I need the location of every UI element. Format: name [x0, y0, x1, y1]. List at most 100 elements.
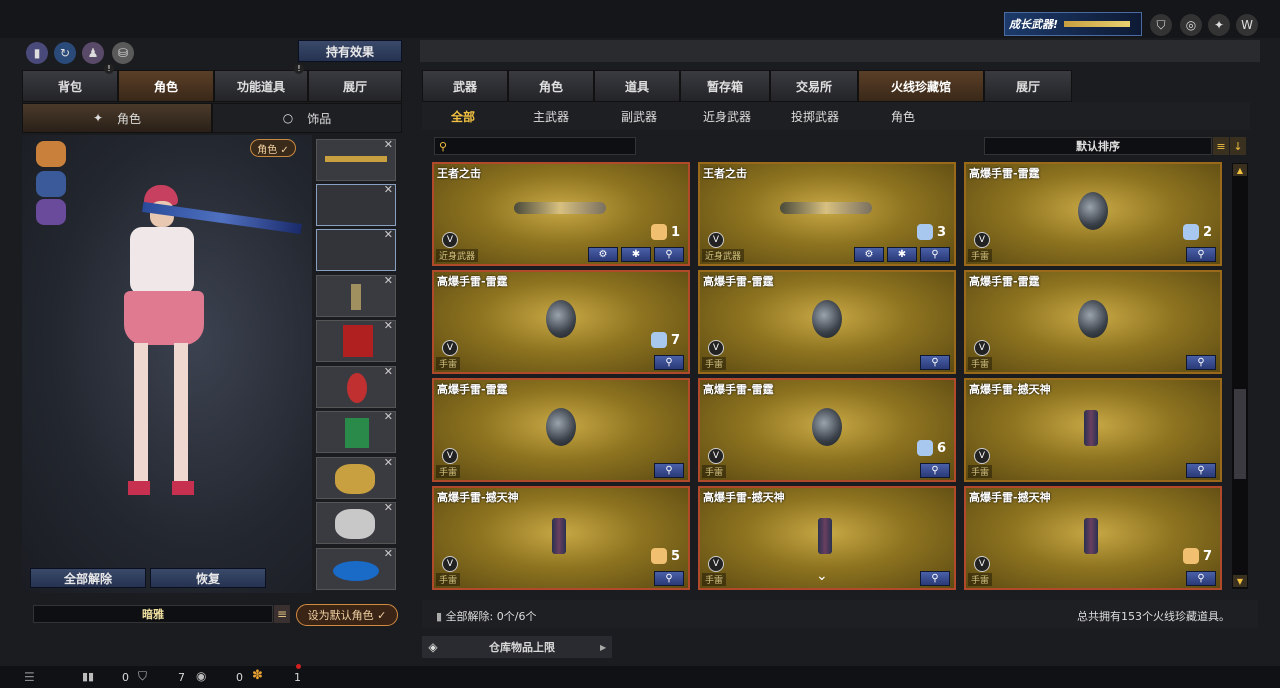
slot-remove-icon[interactable]: ✕ — [384, 410, 393, 423]
item-card[interactable]: 高爆手雷-雷霆 V 手雷 2 ⚲ — [964, 162, 1222, 266]
tab-storage[interactable]: 暂存箱 — [680, 70, 770, 102]
list-icon[interactable]: ☰ — [24, 670, 35, 684]
item-card[interactable]: 高爆手雷-雷霆 V 手雷 7 ⚲ — [432, 270, 690, 374]
scroll-more-chevron-icon[interactable]: ⌄ — [816, 568, 828, 584]
role-toggle-tag[interactable]: 角色 ✓ — [250, 139, 296, 157]
slot-grenade[interactable]: ✕ — [316, 274, 396, 317]
hold-effect-button[interactable]: 持有效果 — [298, 40, 402, 62]
item-card[interactable]: 高爆手雷-撼天神 V 手雷 5 ⚲ — [432, 486, 690, 590]
subtab-throwing[interactable]: 投掷武器 — [774, 101, 856, 131]
subtab-role[interactable]: 角色 — [862, 101, 944, 131]
subtab-character[interactable]: ✦ 角色 — [22, 103, 212, 133]
list-view-icon[interactable]: ≡ — [1213, 137, 1229, 155]
subtab-secondary[interactable]: 副武器 — [598, 101, 680, 131]
role-icon-2[interactable] — [36, 171, 66, 197]
slot-remove-icon[interactable]: ✕ — [384, 501, 393, 514]
bag-icon[interactable]: ⛁ — [112, 42, 134, 64]
search-icon[interactable]: ⚲ — [920, 571, 950, 586]
search-icon[interactable]: ⚲ — [654, 463, 684, 478]
tab-backpack[interactable]: 背包 — [22, 70, 118, 102]
search-icon[interactable]: ⚲ — [1186, 355, 1216, 370]
upgrade-icon[interactable]: ⚙ — [854, 247, 884, 262]
stats-icon[interactable]: ▮ — [26, 42, 48, 64]
gear-icon[interactable]: ✱ — [887, 247, 917, 262]
slot-remove-icon[interactable]: ✕ — [384, 228, 393, 241]
slot-item-10[interactable]: ✕ — [316, 547, 396, 590]
subtab-all[interactable]: 全部 — [430, 101, 496, 131]
upgrade-icon[interactable]: ⚙ — [588, 247, 618, 262]
growth-weapon-banner[interactable]: 成长武器! — [1004, 12, 1142, 36]
subtab-melee[interactable]: 近身武器 — [686, 101, 768, 131]
tab-exchange[interactable]: 交易所 — [770, 70, 858, 102]
tab-collection[interactable]: 火线珍藏馆 — [858, 70, 984, 102]
slot-item-5[interactable]: ✕ — [316, 319, 396, 362]
search-box[interactable]: ⚲ — [434, 137, 636, 155]
user-icon[interactable]: ♟ — [82, 42, 104, 64]
search-icon[interactable]: ⚲ — [654, 571, 684, 586]
slot-item-7[interactable]: ✕ — [316, 410, 396, 453]
item-card[interactable]: 高爆手雷-雷霆 V 手雷 ⚲ — [432, 378, 690, 482]
slot-remove-icon[interactable]: ✕ — [384, 319, 393, 332]
slot-primary[interactable]: ✕ — [316, 138, 396, 181]
item-card[interactable]: 高爆手雷-撼天神 V 手雷 7 ⚲ — [964, 486, 1222, 590]
slot-remove-icon[interactable]: ✕ — [384, 456, 393, 469]
slot-remove-icon[interactable]: ✕ — [384, 183, 393, 196]
search-icon[interactable]: ⚲ — [920, 247, 950, 262]
slot-item-6[interactable]: ✕ — [316, 365, 396, 408]
search-icon[interactable]: ⚲ — [1186, 247, 1216, 262]
unequip-all-button[interactable]: 全部解除 — [30, 568, 146, 588]
storage-limit-bar[interactable]: ◈ 仓库物品上限 ▶ — [422, 636, 612, 658]
character-name-field[interactable]: 暗雅 — [33, 605, 273, 623]
tab-showroom-left[interactable]: 展厅 — [308, 70, 402, 102]
slot-secondary[interactable]: ✕ — [316, 183, 396, 226]
item-card[interactable]: 高爆手雷-撼天神 V 手雷 ⚲ — [964, 378, 1222, 482]
scroll-down-arrow[interactable]: ▼ — [1233, 575, 1247, 587]
globe-icon[interactable]: ◎ — [1180, 14, 1202, 36]
tab-function-items[interactable]: 功能道具 — [214, 70, 308, 102]
item-card[interactable]: 王者之击 V 近身武器 3 ⚙ ✱ ⚲ — [698, 162, 956, 266]
tab-items[interactable]: 道具 — [594, 70, 680, 102]
slot-remove-icon[interactable]: ✕ — [384, 138, 393, 151]
item-card[interactable]: 高爆手雷-雷霆 V 手雷 ⚲ — [964, 270, 1222, 374]
tab-showroom[interactable]: 展厅 — [984, 70, 1072, 102]
refresh-icon[interactable]: ↻ — [54, 42, 76, 64]
role-icon-1[interactable] — [36, 141, 66, 167]
scroll-up-arrow[interactable]: ▲ — [1233, 164, 1247, 176]
scroll-thumb[interactable] — [1234, 389, 1246, 479]
shield-icon[interactable]: ⛉ — [1150, 14, 1172, 36]
search-icon[interactable]: ⚲ — [920, 463, 950, 478]
subtab-primary[interactable]: 主武器 — [510, 101, 592, 131]
gift-icon[interactable]: ✦ — [1208, 14, 1230, 36]
slot-remove-icon[interactable]: ✕ — [384, 365, 393, 378]
search-icon[interactable]: ⚲ — [1186, 571, 1216, 586]
search-input[interactable] — [451, 139, 622, 153]
character-viewport[interactable]: 角色 ✓ — [22, 135, 312, 593]
slot-item-9[interactable]: ✕ — [316, 501, 396, 544]
menu-icon[interactable]: ≡ — [274, 605, 290, 623]
search-icon[interactable]: ⚲ — [920, 355, 950, 370]
item-card[interactable]: 高爆手雷-雷霆 V 手雷 6 ⚲ — [698, 378, 956, 482]
subtab-accessory[interactable]: ○ 饰品 — [212, 103, 402, 133]
sort-order-icon[interactable]: ↓ — [1230, 137, 1246, 155]
gift-small-icon[interactable]: ✽ — [252, 668, 263, 683]
search-icon[interactable]: ⚲ — [654, 355, 684, 370]
scrollbar[interactable]: ▲ ▼ — [1232, 163, 1248, 589]
search-icon[interactable]: ⚲ — [1186, 463, 1216, 478]
gear-icon[interactable]: ✱ — [621, 247, 651, 262]
tab-character[interactable]: 角色 — [118, 70, 214, 102]
tab-characters[interactable]: 角色 — [508, 70, 594, 102]
slot-melee[interactable]: ✕ — [316, 228, 396, 271]
logo-icon[interactable]: W — [1236, 14, 1258, 36]
tab-weapons[interactable]: 武器 — [422, 70, 508, 102]
search-icon[interactable]: ⚲ — [654, 247, 684, 262]
slot-item-8[interactable]: ✕ — [316, 456, 396, 499]
restore-button[interactable]: 恢复 — [150, 568, 266, 588]
item-card[interactable]: 高爆手雷-雷霆 V 手雷 ⚲ — [698, 270, 956, 374]
sort-dropdown[interactable]: 默认排序 — [984, 137, 1212, 155]
item-card[interactable]: 王者之击 V 近身武器 1 ⚙ ✱ ⚲ — [432, 162, 690, 266]
role-icon-3[interactable] — [36, 199, 66, 225]
set-default-character-button[interactable]: 设为默认角色 ✓ — [296, 604, 398, 626]
item-name: 高爆手雷-雷霆 — [437, 275, 508, 288]
slot-remove-icon[interactable]: ✕ — [384, 274, 393, 287]
slot-remove-icon[interactable]: ✕ — [384, 547, 393, 560]
